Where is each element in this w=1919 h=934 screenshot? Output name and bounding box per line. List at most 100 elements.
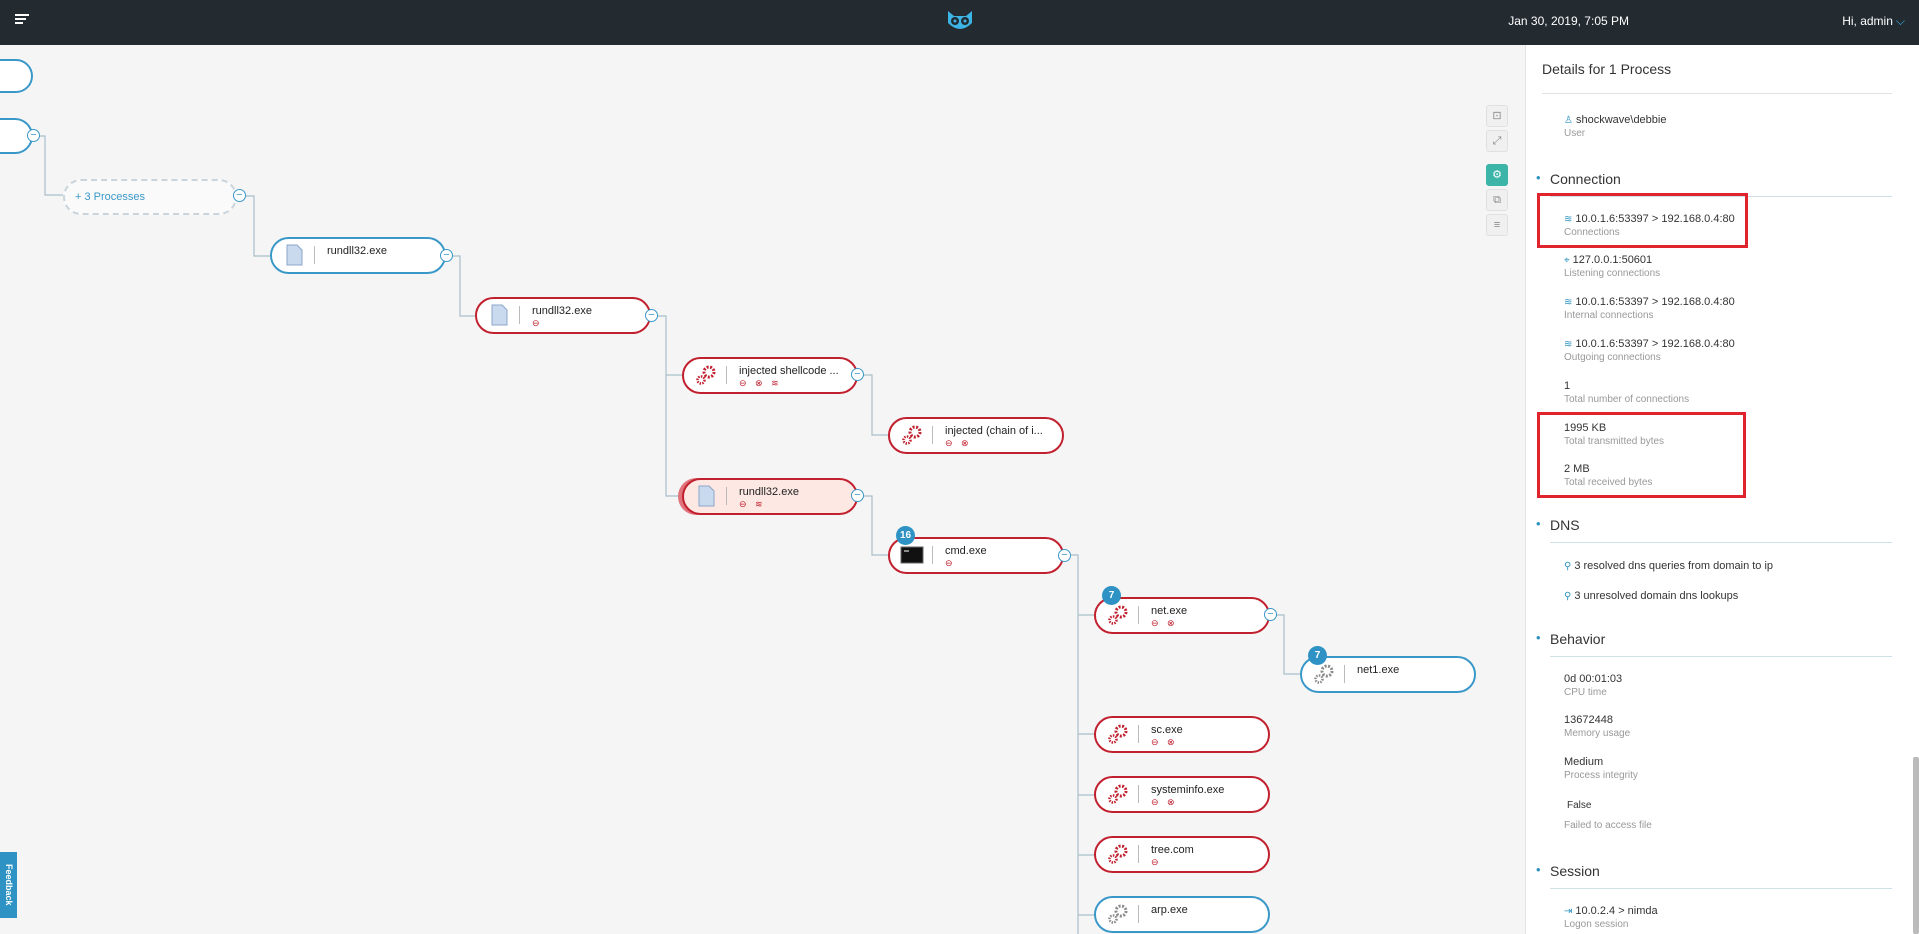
separator [519, 306, 520, 324]
collapse-button[interactable]: − [440, 249, 453, 262]
threat-badges: ⊖ [945, 558, 956, 568]
process-name: arp.exe [1151, 904, 1188, 916]
expand-icon[interactable]: ⤢ [1486, 130, 1508, 152]
threat-badges: ⊖ ≋ [739, 499, 766, 509]
copy-icon[interactable]: ⧉ [1486, 189, 1508, 211]
threat-badges: ⊖ [1151, 857, 1162, 867]
child-count-badge: 7 [1102, 586, 1121, 605]
section-session[interactable]: Session [1536, 862, 1600, 879]
value: 10.0.1.6:53397 > 192.168.0.4:80 [1575, 213, 1735, 225]
threat-badges: ⊖ ⊗ [1151, 737, 1178, 747]
dns-item[interactable]: ⚲ 3 unresolved domain dns lookups [1564, 590, 1738, 602]
partial-node[interactable] [0, 59, 33, 93]
connection-item: 2 MB Total received bytes [1564, 463, 1652, 488]
collapsed-process-group[interactable]: + 3 Processes [63, 179, 237, 215]
process-node[interactable]: net1.exe [1300, 656, 1476, 693]
value: 10.0.2.4 > nimda [1575, 905, 1658, 917]
process-node[interactable]: injected (chain of i... ⊖ ⊗ [888, 417, 1064, 454]
process-node[interactable]: sc.exe ⊖ ⊗ [1094, 716, 1270, 753]
feedback-tab[interactable]: Feedback [0, 852, 17, 918]
dns-item[interactable]: ⚲ 3 resolved dns queries from domain to i… [1564, 560, 1773, 572]
process-node[interactable]: rundll32.exe [270, 237, 446, 274]
connection-item: ≋ 10.0.1.6:53397 > 192.168.0.4:80 Interna… [1564, 296, 1735, 321]
separator [1138, 785, 1139, 803]
label: Connections [1564, 227, 1620, 238]
canvas-toolbar: ⊡ ⤢ ⚙ ⧉ ≡ [1486, 105, 1510, 239]
separator [726, 366, 727, 384]
process-node[interactable]: tree.com ⊖ [1094, 836, 1270, 873]
process-name: sc.exe [1151, 724, 1183, 736]
details-panel: Details for 1 Process ♙ shockwave\debbie … [1525, 45, 1919, 934]
process-tree-canvas[interactable]: − + 3 Processes − rundll32.exe − rundll3… [0, 45, 1525, 934]
collapse-button[interactable]: − [851, 368, 864, 381]
process-node[interactable]: arp.exe [1094, 896, 1270, 933]
process-name: net.exe [1151, 605, 1188, 617]
process-node[interactable]: net.exe ⊖ ⊗ [1094, 597, 1270, 634]
dns-icon: ⚲ [1564, 591, 1572, 602]
label: Total received bytes [1564, 477, 1653, 488]
label: Total transmitted bytes [1564, 436, 1665, 447]
behavior-item: False Failed to access file [1564, 800, 1652, 831]
process-node[interactable]: injected shellcode ... ⊖ ⊗ ≋ [682, 357, 858, 394]
value: 1995 KB [1564, 422, 1607, 434]
child-count-badge: 16 [896, 526, 915, 545]
scrollbar[interactable] [1913, 757, 1919, 934]
collapse-button[interactable]: − [1058, 549, 1071, 562]
menu-icon[interactable] [15, 14, 29, 26]
section-behavior[interactable]: Behavior [1536, 630, 1605, 647]
label: Total number of connections [1564, 394, 1690, 405]
focus-icon[interactable]: ⊡ [1486, 105, 1508, 127]
owl-logo[interactable] [945, 9, 975, 33]
threat-badges: ⊖ ⊗ [1151, 797, 1178, 807]
collapse-button[interactable]: − [233, 189, 246, 202]
label: Memory usage [1564, 728, 1631, 739]
value: Medium [1564, 756, 1604, 768]
dns-icon: ⚲ [1564, 561, 1572, 572]
user-value: shockwave\debbie [1575, 114, 1667, 126]
separator [1138, 845, 1139, 863]
group-label: + 3 Processes [75, 191, 146, 203]
value: 10.0.1.6:53397 > 192.168.0.4:80 [1575, 338, 1735, 350]
login-icon: ⇥ [1564, 906, 1573, 917]
behavior-item: 13672448 Memory usage [1564, 714, 1630, 739]
label: Outgoing connections [1564, 352, 1661, 363]
collapse-button[interactable]: − [851, 489, 864, 502]
list-icon[interactable]: ≡ [1486, 214, 1508, 236]
antenna-icon: ⌖ [1564, 255, 1570, 266]
label: Logon session [1564, 919, 1629, 930]
file-icon [286, 244, 303, 266]
threat-badges: ⊖ ⊗ [1151, 618, 1178, 628]
value: 2 MB [1564, 463, 1590, 475]
connection-item: ⌖ 127.0.0.1:50601 Listening connections [1564, 254, 1660, 279]
user-greeting: Hi, admin [1842, 14, 1893, 28]
process-name: rundll32.exe [532, 305, 592, 317]
section-connection[interactable]: Connection [1536, 170, 1621, 187]
separator [932, 426, 933, 444]
collapse-button[interactable]: − [645, 309, 658, 322]
process-node-selected[interactable]: rundll32.exe ⊖ ≋ [682, 478, 858, 515]
collapse-button[interactable]: − [27, 129, 40, 142]
process-node[interactable]: cmd.exe ⊖ [888, 537, 1064, 574]
label: Internal connections [1564, 310, 1654, 321]
process-node[interactable]: systeminfo.exe ⊖ ⊗ [1094, 776, 1270, 813]
section-dns[interactable]: DNS [1536, 516, 1579, 533]
separator [1138, 725, 1139, 743]
process-name: injected shellcode ... [739, 365, 839, 377]
process-node[interactable]: rundll32.exe ⊖ [475, 297, 651, 334]
file-icon [491, 304, 508, 326]
collapse-button[interactable]: − [1264, 608, 1277, 621]
divider [1550, 542, 1892, 543]
process-name: injected (chain of i... [945, 425, 1043, 437]
divider [1550, 656, 1892, 657]
chevron-down-icon: ⌵ [1895, 14, 1905, 28]
gear-icon[interactable]: ⚙ [1486, 164, 1508, 186]
behavior-item: 0d 00:01:03 CPU time [1564, 673, 1622, 698]
user-menu[interactable]: Hi, admin ⌵ [1842, 14, 1905, 29]
process-name: systeminfo.exe [1151, 784, 1225, 796]
divider [1542, 93, 1892, 94]
value: False [1567, 800, 1592, 811]
label: Process integrity [1564, 770, 1638, 781]
value: 13672448 [1564, 714, 1613, 726]
process-name: rundll32.exe [739, 486, 799, 498]
threat-badges: ⊖ ⊗ [945, 438, 972, 448]
